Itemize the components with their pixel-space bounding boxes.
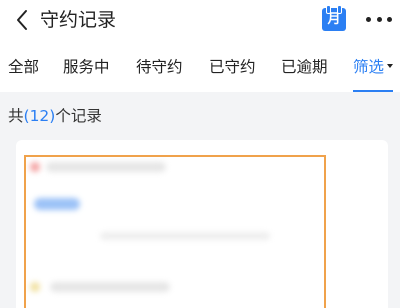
more-dot-icon [387,16,392,22]
tab-label: 全部 [8,58,40,76]
calendar-button[interactable]: 月 [322,5,346,31]
record-count-text: 共(12)个记录 [8,104,102,126]
filter-tabs: 全部 服务中 待守约 已守约 已逾期 筛选 [0,42,400,92]
tab-label: 待守约 [136,58,183,76]
tab-label: 已逾期 [281,58,328,76]
top-bar: 守约记录 月 [0,0,400,42]
calendar-month-label: 月 [327,12,341,27]
tab-pending[interactable]: 待守约 [136,42,183,92]
more-dot-icon [366,16,371,22]
summary-suffix: 个记录 [55,107,102,125]
highlight-box [24,155,326,308]
back-button[interactable] [8,6,36,34]
summary-prefix: 共 [8,107,24,125]
tab-kept[interactable]: 已守约 [209,42,256,92]
tab-label: 筛选 [353,58,385,76]
tab-filter[interactable]: 筛选 [353,42,394,92]
chevron-left-icon [17,10,27,30]
tab-overdue[interactable]: 已逾期 [281,42,328,92]
page: 守约记录 月 全部 服务中 待守约 已守约 已逾期 筛选 共(12)个记录 [0,0,400,308]
caret-down-icon [387,63,394,68]
tab-label: 服务中 [63,58,110,76]
calendar-ring-right [337,5,342,14]
tab-label: 已守约 [209,58,256,76]
record-count: (12) [23,107,56,125]
tab-all[interactable]: 全部 [8,42,39,92]
record-summary: 共(12)个记录 [0,92,400,142]
more-options-button[interactable] [366,10,392,28]
more-dot-icon [376,16,382,22]
page-title: 守约记录 [40,9,117,31]
tab-in-service[interactable]: 服务中 [63,42,110,92]
calendar-ring-left [326,5,331,14]
